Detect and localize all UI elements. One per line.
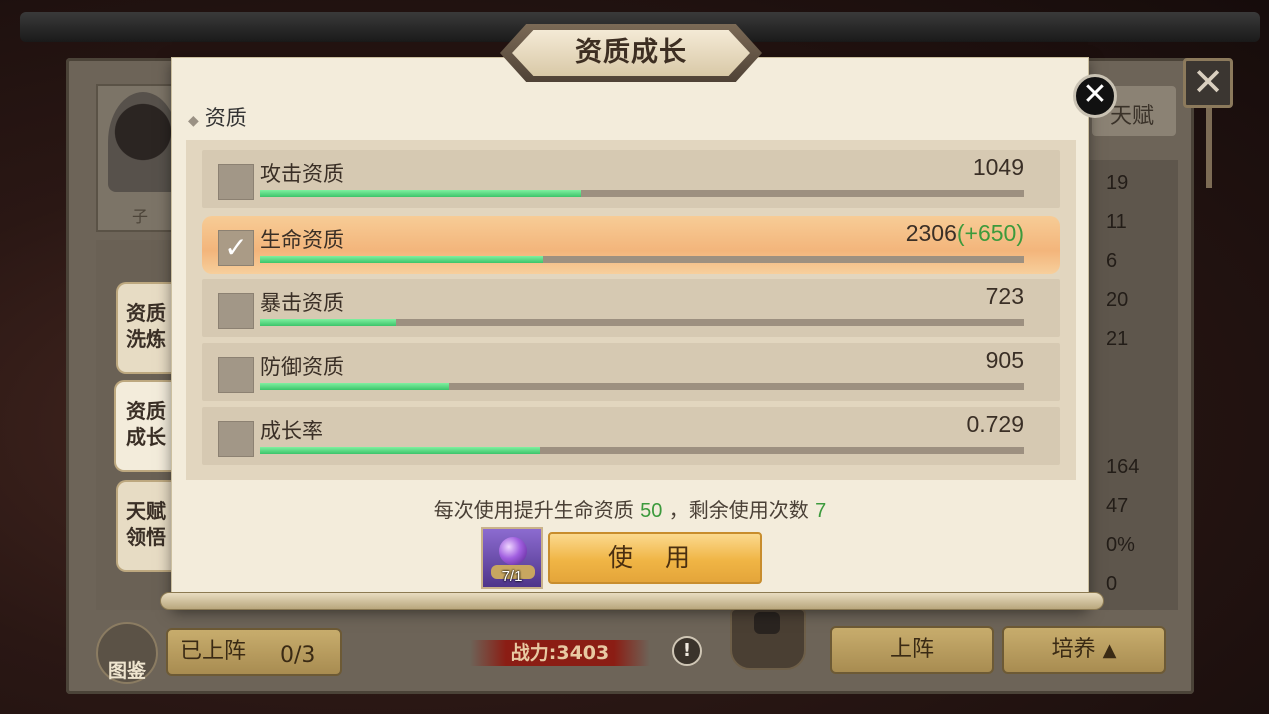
tab-label-line: 领悟: [126, 525, 166, 549]
tab-aptitude-refine[interactable]: 资质 洗炼: [116, 282, 174, 374]
atlas-label: 图鉴: [107, 660, 146, 682]
usage-hint: 每次使用提升生命资质 50 ，剩余使用次数 7: [172, 494, 1088, 523]
info-icon[interactable]: !: [672, 636, 702, 666]
attribute-value-number: 723: [985, 283, 1024, 309]
attribute-row[interactable]: 攻击资质 1049: [202, 150, 1060, 208]
hint-prefix: 每次使用提升生命资质: [433, 498, 634, 522]
hero-name: 子: [132, 207, 149, 226]
attribute-progress-fill: [260, 256, 543, 263]
attribute-label: 成长率: [260, 419, 323, 443]
attribute-checkbox[interactable]: [218, 164, 254, 200]
attribute-progress-bar: [260, 190, 1024, 197]
use-button[interactable]: 使 用: [548, 532, 762, 584]
deployed-count: 0/3: [280, 643, 316, 668]
close-icon[interactable]: ✕: [1073, 74, 1117, 118]
attribute-checkbox[interactable]: [218, 357, 254, 393]
scroll-bottom-rod: [160, 592, 1104, 610]
tab-talent-comprehension[interactable]: 天赋 领悟: [116, 480, 174, 572]
deploy-button-label: 上阵: [889, 637, 934, 662]
attribute-bonus: (+650): [956, 220, 1024, 246]
tab-label-line: 洗炼: [126, 327, 166, 351]
attribute-value-number: 905: [985, 347, 1024, 373]
purple-orb-icon: [499, 537, 527, 565]
lock-icon: [754, 612, 780, 634]
stat-value: 6: [1106, 250, 1118, 272]
attribute-progress-bar: [260, 256, 1024, 263]
attribute-progress-fill: [260, 383, 450, 390]
attribute-progress-fill: [260, 447, 540, 454]
tab-label-line: 资质: [126, 399, 166, 423]
section-heading-text: 资质: [204, 106, 247, 130]
attribute-label: 暴击资质: [260, 291, 344, 315]
attribute-row[interactable]: 防御资质 905: [202, 343, 1060, 401]
attribute-value-number: 1049: [972, 154, 1024, 180]
tab-label-line: 资质: [126, 301, 166, 325]
attribute-checkbox[interactable]: ✓: [218, 230, 254, 266]
attribute-progress-fill: [260, 319, 396, 326]
chevron-up-icon: ▲: [1102, 640, 1117, 661]
stat-value: 47: [1106, 495, 1129, 517]
dialog-title: 资质成长: [512, 30, 750, 76]
attribute-value: 0.729: [966, 411, 1024, 438]
hanging-ornament: [1206, 108, 1212, 188]
attribute-checkbox[interactable]: [218, 421, 254, 457]
train-button-label: 培养: [1051, 637, 1096, 662]
attribute-checkbox[interactable]: [218, 293, 254, 329]
attribute-value-number: 2306: [905, 220, 957, 246]
hint-amount: 50: [640, 500, 663, 522]
attribute-label: 防御资质: [260, 355, 344, 379]
tab-label-line: 天赋: [126, 499, 166, 523]
attribute-row[interactable]: ✓ 生命资质 2306(+650): [202, 216, 1060, 274]
diamond-bullet-icon: ◆: [188, 113, 199, 129]
hero-portrait: [108, 92, 178, 192]
section-heading: ◆ 资质: [188, 102, 247, 132]
attribute-row[interactable]: 暴击资质 723: [202, 279, 1060, 337]
stat-value: 20: [1106, 289, 1129, 311]
item-count: 7/1: [501, 568, 523, 585]
tab-label-line: 成长: [126, 425, 166, 449]
attribute-progress-bar: [260, 447, 1024, 454]
growth-item-slot[interactable]: 7/1: [481, 527, 543, 589]
stat-value: 21: [1106, 328, 1129, 350]
deployed-status[interactable]: 已上阵: [166, 628, 342, 676]
screen-close-icon[interactable]: ✕: [1183, 58, 1233, 108]
attribute-value: 1049: [973, 154, 1024, 181]
combat-power: 战力:3403: [470, 640, 650, 666]
tab-aptitude-growth[interactable]: 资质 成长: [114, 380, 176, 472]
stat-value: 11: [1106, 211, 1127, 233]
train-button[interactable]: 培养 ▲: [1002, 626, 1166, 674]
attribute-label: 生命资质: [260, 228, 344, 252]
attribute-label: 攻击资质: [260, 162, 344, 186]
hint-remaining: 7: [815, 500, 827, 522]
attribute-value-number: 0.729: [966, 411, 1024, 437]
deploy-button[interactable]: 上阵: [830, 626, 994, 674]
stat-value: 19: [1106, 172, 1129, 194]
hint-middle: ，剩余使用次数: [668, 498, 809, 522]
stat-value: 0%: [1106, 534, 1135, 556]
deployed-label: 已上阵: [180, 639, 247, 664]
stat-value: 164: [1106, 456, 1140, 478]
attribute-progress-fill: [260, 190, 581, 197]
attribute-value: 723: [986, 283, 1024, 310]
attribute-progress-bar: [260, 319, 1024, 326]
stat-value: 0: [1106, 573, 1118, 595]
attribute-value: 2306(+650): [906, 220, 1024, 247]
checkmark-icon: ✓: [224, 231, 248, 264]
attribute-row[interactable]: 成长率 0.729: [202, 407, 1060, 465]
attribute-value: 905: [986, 347, 1024, 374]
atlas-button[interactable]: 图鉴: [96, 622, 158, 684]
attribute-progress-bar: [260, 383, 1024, 390]
